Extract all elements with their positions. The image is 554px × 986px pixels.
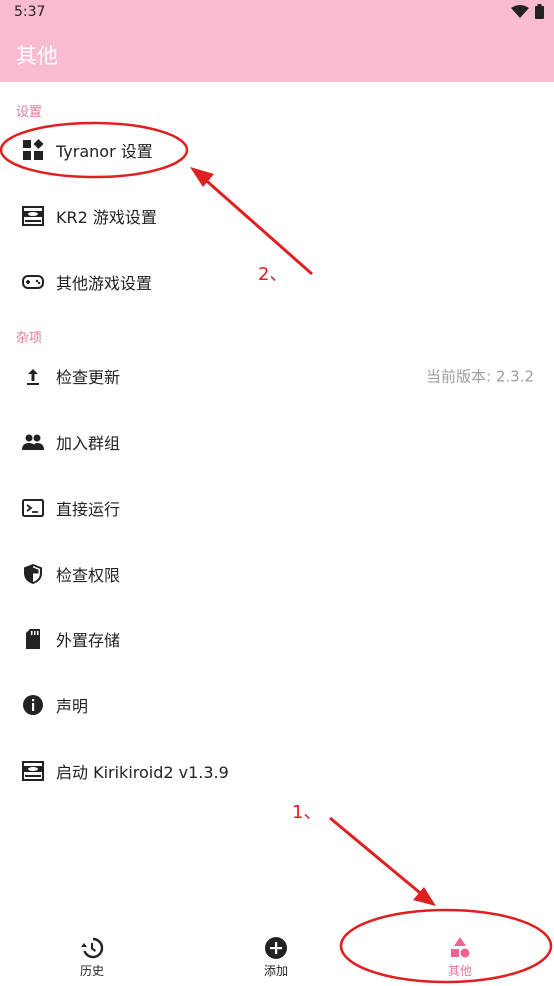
item-label: KR2 游戏设置 (56, 208, 157, 227)
item-label: 其他游戏设置 (56, 274, 153, 293)
section-header-settings: 设置 (16, 105, 43, 120)
check-update-item[interactable]: 检查更新 当前版本: 2.3.2 (0, 345, 554, 407)
status-time: 5:37 (14, 4, 46, 20)
upload-icon (20, 363, 46, 389)
join-group-item[interactable]: 加入群组 (0, 411, 554, 473)
kr2-icon (20, 758, 46, 784)
info-icon (20, 692, 46, 718)
page-title: 其他 (16, 44, 58, 68)
other-game-settings-item[interactable]: 其他游戏设置 (0, 251, 554, 313)
nav-other[interactable]: 其他 (368, 928, 552, 986)
status-icons (511, 4, 544, 19)
status-bar: 5:37 (0, 0, 554, 26)
add-circle-icon (265, 937, 287, 959)
nav-label: 其他 (447, 964, 472, 978)
terminal-icon (20, 495, 46, 521)
tyranor-settings-item[interactable]: Tyranor 设置 (0, 119, 554, 181)
external-storage-item[interactable]: 外置存储 (0, 608, 554, 670)
kr2-icon (20, 203, 46, 229)
battery-icon (535, 4, 544, 19)
section-header-misc: 杂项 (16, 331, 43, 346)
item-label: 外置存储 (56, 631, 121, 650)
item-label: 检查权限 (56, 566, 121, 585)
kr2-settings-item[interactable]: KR2 游戏设置 (0, 185, 554, 247)
sd-card-icon (20, 626, 46, 652)
statement-item[interactable]: 声明 (0, 674, 554, 736)
item-label: 直接运行 (56, 500, 121, 519)
version-text: 当前版本: 2.3.2 (426, 367, 534, 386)
nav-add[interactable]: 添加 (184, 928, 368, 986)
category-icon (451, 937, 470, 958)
item-label: 加入群组 (56, 434, 121, 453)
app-bar: 其他 (0, 26, 554, 82)
history-icon (81, 937, 104, 959)
dashboard-icon (20, 137, 46, 163)
item-label: 启动 Kirikiroid2 v1.3.9 (56, 763, 229, 782)
wifi-icon (511, 4, 529, 18)
bottom-navigation: 历史 添加 其他 (0, 928, 554, 986)
item-label: 检查更新 (56, 368, 121, 387)
gamepad-icon (20, 269, 46, 295)
annotation-arrowhead-1 (413, 887, 436, 906)
annotation-arrow-1 (329, 816, 426, 899)
nav-history[interactable]: 历史 (0, 928, 184, 986)
item-label: Tyranor 设置 (56, 142, 153, 161)
group-icon (20, 429, 46, 455)
item-label: 声明 (56, 697, 89, 716)
shield-icon (20, 561, 46, 587)
nav-label: 添加 (263, 964, 288, 978)
nav-label: 历史 (79, 964, 104, 978)
direct-run-item[interactable]: 直接运行 (0, 477, 554, 539)
launch-kirikiroid-item[interactable]: 启动 Kirikiroid2 v1.3.9 (0, 740, 554, 802)
check-permission-item[interactable]: 检查权限 (0, 543, 554, 605)
